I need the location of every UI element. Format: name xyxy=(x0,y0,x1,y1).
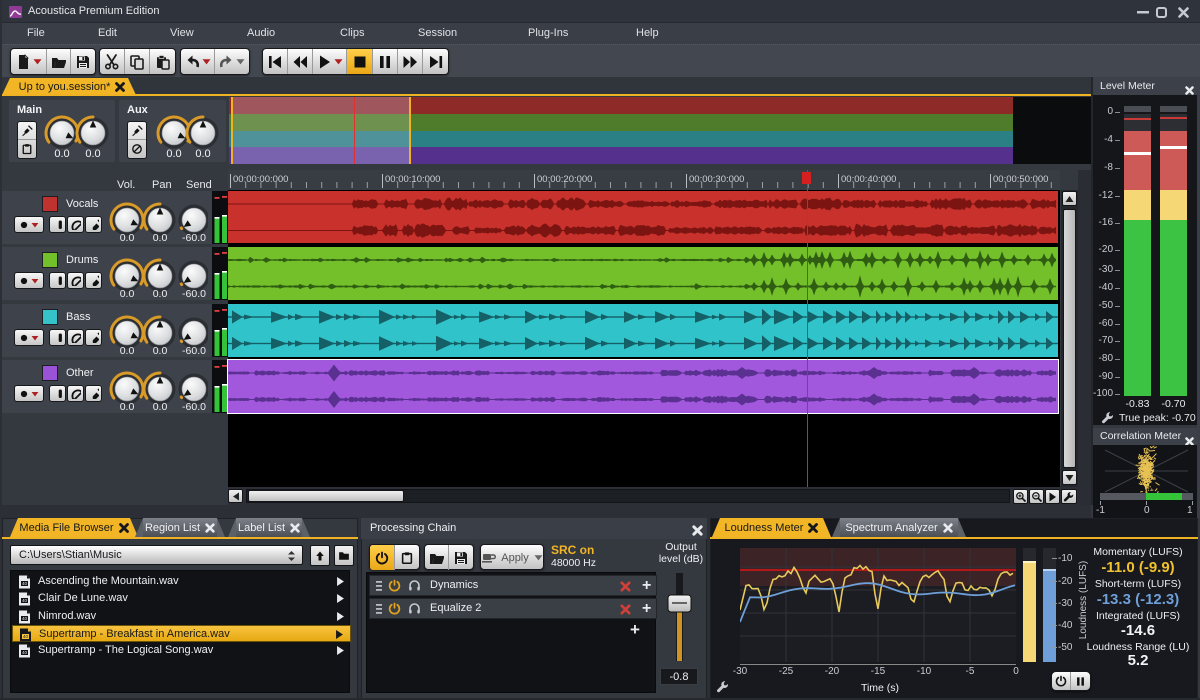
svg-text:40: 40 xyxy=(22,650,28,655)
svg-text:40: 40 xyxy=(23,634,29,639)
svg-text:40: 40 xyxy=(22,598,28,603)
svg-text:40: 40 xyxy=(22,616,28,621)
svg-text:40: 40 xyxy=(22,581,28,586)
